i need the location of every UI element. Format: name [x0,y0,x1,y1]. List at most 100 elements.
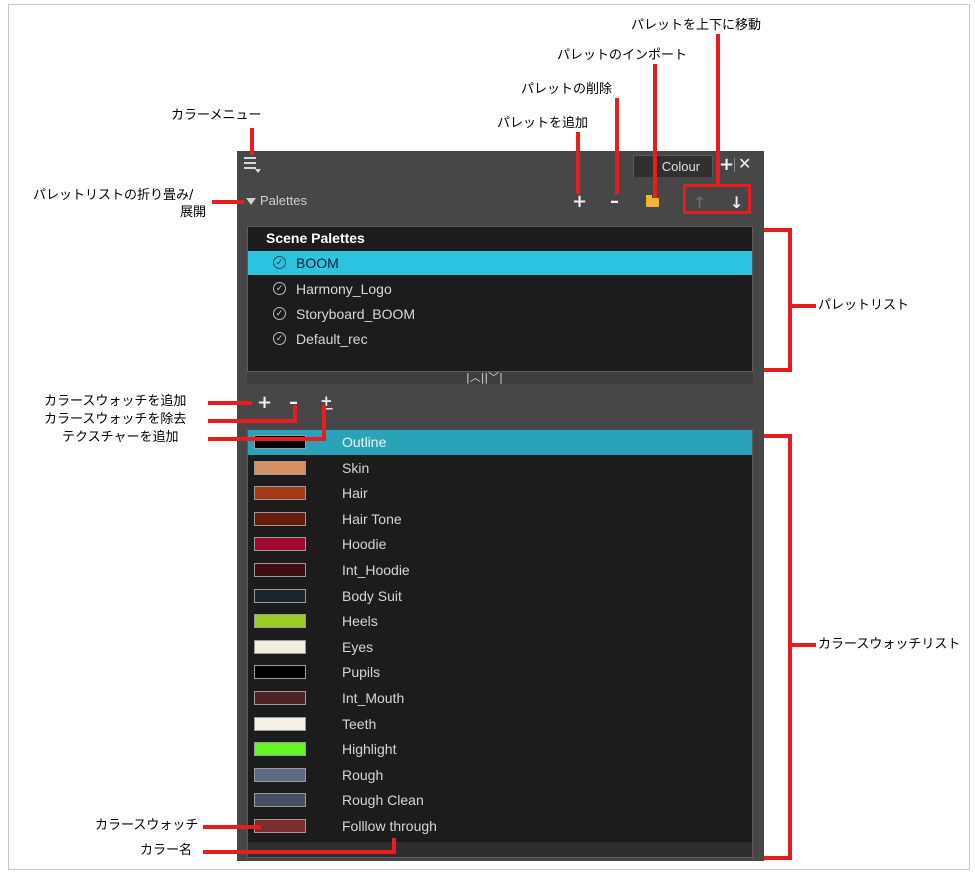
swatch-row[interactable]: Int_Mouth [248,686,752,711]
label-palette-list: パレットリスト [818,298,910,313]
callout-line [653,64,657,198]
label-add-palette: パレットを追加 [497,116,589,131]
swatch-row[interactable]: Rough Clean [248,788,752,813]
callout-line [392,838,396,854]
palette-item[interactable]: ✓ Harmony_Logo [248,277,752,301]
swatch-row[interactable]: Pupils [248,660,752,685]
label-colour-name: カラー名 [140,843,193,858]
splitter-arrows-icon[interactable]: |︿||﹀| [466,372,503,384]
callout-line [203,825,261,829]
move-buttons-highlight [683,184,751,214]
callout-line [576,132,580,194]
callout-line [212,200,244,204]
swatch-row[interactable]: Hoodie [248,532,752,557]
palette-item-label: BOOM [296,255,339,271]
swatch-row[interactable]: Teeth [248,712,752,737]
color-swatch[interactable] [254,589,306,603]
add-palette-button[interactable]: + [572,193,587,211]
palette-item[interactable]: ✓ BOOM [248,251,752,275]
swatch-row[interactable]: Body Suit [248,584,752,609]
bracket-line [792,643,816,647]
label-import-palette: パレットのインポート [557,48,688,63]
palette-item-label: Storyboard_BOOM [296,306,416,322]
swatch-name: Eyes [342,639,374,655]
color-swatch[interactable] [254,691,306,705]
label-colour-menu: カラーメニュー [171,108,262,123]
palette-check-icon: ✓ [273,332,286,345]
scene-palettes-heading: Scene Palettes [266,230,365,246]
menu-icon[interactable] [244,157,261,173]
palette-item-label: Harmony_Logo [296,281,392,297]
color-swatch[interactable] [254,717,306,731]
swatch-name: Skin [342,460,370,476]
swatch-row[interactable]: Hair Tone [248,507,752,532]
swatch-row[interactable]: Hair [248,481,752,506]
swatch-name: Hair Tone [342,511,402,527]
label-remove-swatch: カラースウォッチを除去 [44,412,187,427]
color-swatch[interactable] [254,461,306,475]
color-swatch[interactable] [254,793,306,807]
palette-item[interactable]: ✓ Storyboard_BOOM [248,302,752,326]
callout-line [615,98,619,194]
bracket-line [788,228,792,372]
swatch-name: Int_Mouth [342,690,405,706]
swatch-name: Highlight [342,741,397,757]
palettes-label: Palettes [260,193,307,208]
palette-item[interactable]: ✓ Default_rec [248,327,752,351]
swatch-name: Rough Clean [342,792,424,808]
add-view-button[interactable]: + [719,155,734,175]
swatch-row[interactable]: Int_Hoodie [248,558,752,583]
bracket-line [788,434,792,860]
label-delete-palette: パレットの削除 [521,82,613,97]
callout-line [322,405,326,441]
swatch-row[interactable]: Eyes [248,635,752,660]
color-swatch[interactable] [254,512,306,526]
bracket-line [792,304,816,308]
tab-colour[interactable]: Colour [633,155,713,177]
palette-check-icon: ✓ [273,282,286,295]
color-swatch[interactable] [254,819,306,833]
swatch-name: Folllow through [342,818,437,834]
palette-check-icon: ✓ [273,307,286,320]
swatch-row[interactable]: Heels [248,609,752,634]
import-palette-folder-icon[interactable] [646,195,659,207]
swatch-row[interactable]: Highlight [248,737,752,762]
color-swatch[interactable] [254,486,306,500]
label-move-palette: パレットを上下に移動 [631,18,762,33]
label-swatch-list: カラースウォッチリスト [818,637,961,652]
callout-line [208,419,296,423]
swatch-name: Body Suit [342,588,402,604]
swatch-name: Hair [342,485,368,501]
label-collapse-line1: パレットリストの折り畳み/ [33,188,194,203]
swatch-row[interactable]: Skin [248,456,752,481]
callout-line [208,401,252,405]
add-swatch-button[interactable]: + [257,394,272,412]
color-swatch[interactable] [254,640,306,654]
swatch-name: Int_Hoodie [342,562,410,578]
collapse-triangle-icon [246,198,256,206]
palette-item-label: Default_rec [296,331,368,347]
close-view-button[interactable]: ✕ [738,154,751,174]
tab-separator [734,158,735,172]
swatch-name: Teeth [342,716,377,732]
swatch-name: Pupils [342,664,381,680]
callout-line [716,34,720,186]
color-swatch[interactable] [254,768,306,782]
color-swatch[interactable] [254,742,306,756]
color-swatch[interactable] [254,614,306,628]
color-swatch[interactable] [254,537,306,551]
swatch-row[interactable]: Folllow through [248,814,752,839]
label-add-swatch: カラースウォッチを追加 [44,394,187,409]
swatch-name: Rough [342,767,384,783]
color-swatch[interactable] [254,665,306,679]
callout-line [208,437,326,441]
bracket-line [764,368,792,372]
callout-line [203,850,396,854]
color-swatch[interactable] [254,563,306,577]
label-collapse-line2: 展開 [180,205,207,220]
swatch-row[interactable]: Rough [248,763,752,788]
swatch-name: Outline [342,434,387,450]
delete-palette-button[interactable]: – [610,193,619,211]
swatch-name: Hoodie [342,536,387,552]
palettes-toggle[interactable]: Palettes [246,193,307,208]
